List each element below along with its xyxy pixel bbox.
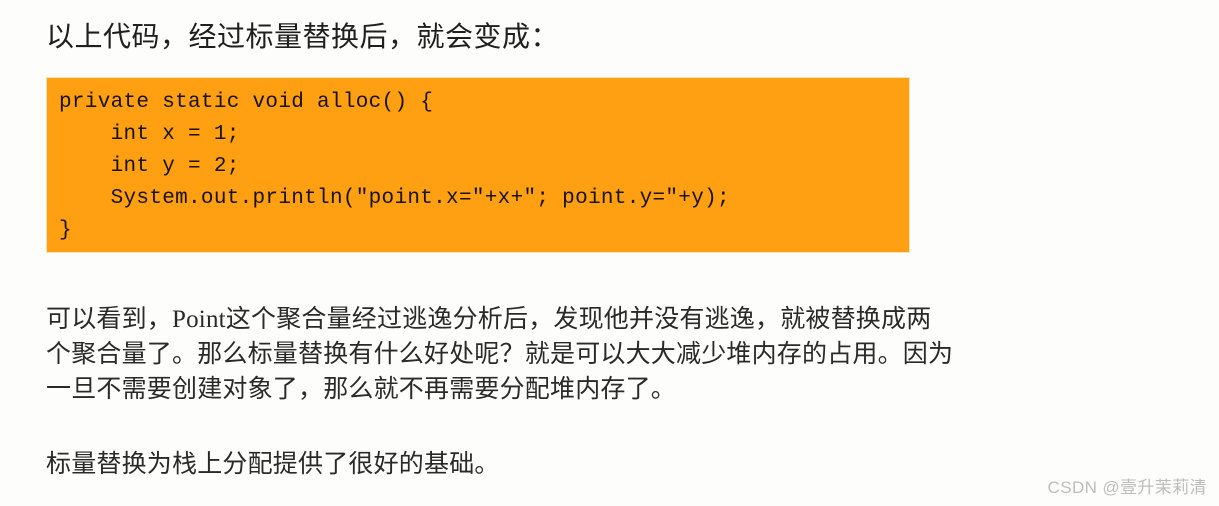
article-page: 以上代码，经过标量替换后，就会变成： private static void a…: [0, 0, 1219, 506]
paragraph-line: 标量替换为栈上分配提供了很好的基础。: [46, 451, 500, 478]
intro-paragraph: 以上代码，经过标量替换后，就会变成：: [46, 22, 560, 53]
body-paragraph-1: 可以看到，Point这个聚合量经过逃逸分析后，发现他并没有逃逸，就被替换成两 个…: [46, 302, 953, 407]
code-block-content: private static void alloc() { int x = 1;…: [59, 91, 730, 242]
watermark-author: @壹升茉莉清: [1102, 478, 1207, 497]
code-block: private static void alloc() { int x = 1;…: [46, 77, 910, 253]
paragraph-line: 可以看到，Point这个聚合量经过逃逸分析后，发现他并没有逃逸，就被替换成两: [46, 306, 932, 333]
paragraph-line: 一旦不需要创建对象了，那么就不再需要分配堆内存了。: [46, 376, 677, 403]
body-paragraph-2: 标量替换为栈上分配提供了很好的基础。: [46, 447, 500, 482]
paragraph-line: 个聚合量了。那么标量替换有什么好处呢？就是可以大大减少堆内存的占用。因为: [46, 341, 954, 368]
watermark-brand: CSDN: [1047, 478, 1098, 497]
csdn-watermark: CSDN @壹升茉莉清: [1048, 473, 1207, 498]
